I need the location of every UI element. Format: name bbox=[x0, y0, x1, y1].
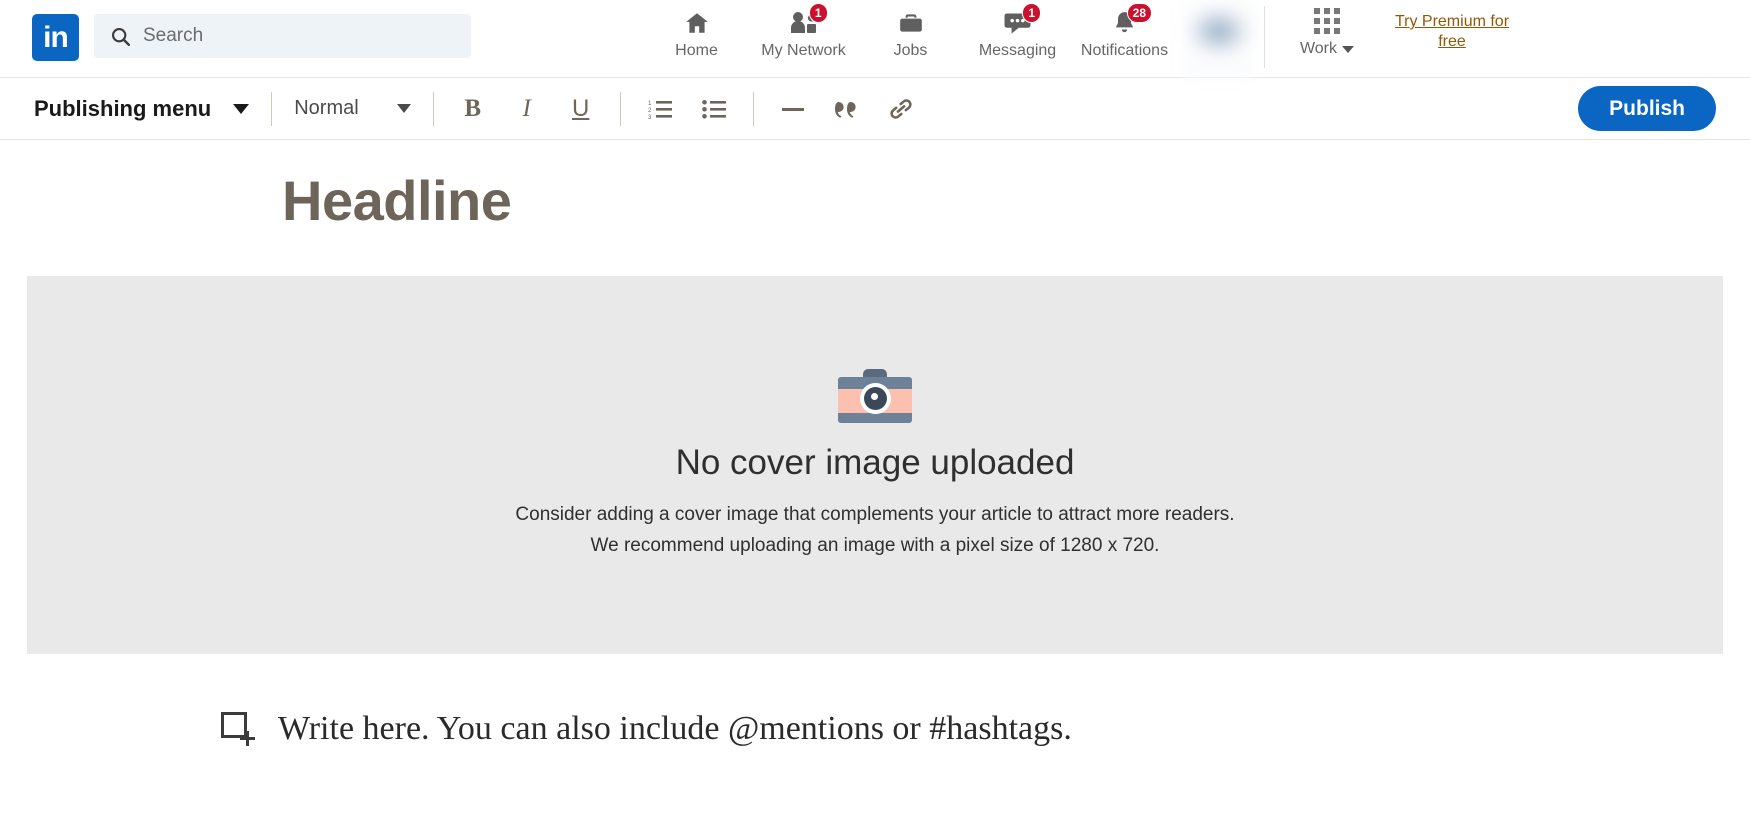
badge-my-network: 1 bbox=[809, 3, 828, 23]
nav-item-my-network[interactable]: 1 My Network bbox=[750, 0, 857, 72]
chevron-down-icon bbox=[397, 104, 411, 113]
linkedin-logo-wrapper[interactable]: in bbox=[0, 0, 79, 61]
chevron-down-icon bbox=[1342, 46, 1354, 53]
italic-button[interactable]: I bbox=[510, 92, 544, 126]
badge-notifications: 28 bbox=[1127, 3, 1152, 23]
bell-icon: 28 bbox=[1111, 8, 1138, 38]
article-body-input[interactable]: Write here. You can also include @mentio… bbox=[278, 710, 1072, 748]
format-group-text: B I U bbox=[456, 92, 598, 126]
nav-item-messaging[interactable]: 1 Messaging bbox=[964, 0, 1071, 72]
nav-items: Home 1 My Network Jobs bbox=[643, 0, 1517, 78]
link-button[interactable] bbox=[884, 92, 918, 126]
toolbar-separator bbox=[753, 92, 754, 126]
briefcase-icon bbox=[897, 8, 925, 38]
headline-input[interactable]: Headline bbox=[0, 140, 1750, 233]
add-block-icon[interactable] bbox=[221, 712, 255, 746]
camera-icon bbox=[838, 369, 912, 423]
cover-empty-line2: We recommend uploading an image with a p… bbox=[591, 530, 1160, 561]
nav-label-notifications: Notifications bbox=[1081, 42, 1168, 60]
grid-icon bbox=[1314, 8, 1340, 34]
horizontal-rule-icon bbox=[780, 98, 806, 120]
search-icon bbox=[110, 26, 131, 47]
article-body-row: Write here. You can also include @mentio… bbox=[0, 654, 1750, 748]
format-group-insert bbox=[776, 92, 918, 126]
work-menu[interactable]: Work bbox=[1277, 0, 1377, 72]
people-icon: 1 bbox=[789, 8, 819, 38]
linkedin-logo-icon[interactable]: in bbox=[32, 14, 79, 61]
nav-item-jobs[interactable]: Jobs bbox=[857, 0, 964, 72]
nav-label-my-network: My Network bbox=[761, 42, 845, 60]
bulleted-list-button[interactable] bbox=[697, 92, 731, 126]
format-group-lists: 1 2 3 bbox=[643, 92, 731, 126]
search-placeholder: Search bbox=[143, 25, 203, 47]
publishing-menu-button[interactable]: Publishing menu bbox=[34, 96, 249, 122]
try-premium-link[interactable]: Try Premium for free bbox=[1387, 12, 1517, 52]
chevron-down-icon bbox=[233, 104, 249, 114]
ordered-list-icon: 1 2 3 bbox=[648, 98, 672, 120]
home-icon bbox=[683, 8, 711, 38]
toolbar-separator bbox=[433, 92, 434, 126]
cover-empty-line1: Consider adding a cover image that compl… bbox=[515, 499, 1234, 530]
svg-text:1: 1 bbox=[648, 101, 652, 107]
quote-icon bbox=[834, 98, 860, 120]
divider-button[interactable] bbox=[776, 92, 810, 126]
nav-label-messaging: Messaging bbox=[979, 42, 1056, 60]
toolbar-separator bbox=[271, 92, 272, 126]
ordered-list-button[interactable]: 1 2 3 bbox=[643, 92, 677, 126]
search-input[interactable]: Search bbox=[94, 14, 471, 58]
cover-image-upload-area[interactable]: No cover image uploaded Consider adding … bbox=[27, 276, 1723, 654]
nav-label-jobs: Jobs bbox=[894, 42, 928, 60]
publishing-menu-label: Publishing menu bbox=[34, 96, 211, 122]
publish-button[interactable]: Publish bbox=[1578, 86, 1716, 131]
text-style-value: Normal bbox=[294, 97, 358, 120]
nav-divider bbox=[1264, 6, 1265, 68]
global-navbar: in Search Home bbox=[0, 0, 1750, 78]
nav-item-notifications[interactable]: 28 Notifications bbox=[1071, 0, 1178, 72]
message-icon: 1 bbox=[1003, 8, 1032, 38]
nav-label-home: Home bbox=[675, 42, 718, 60]
nav-item-home[interactable]: Home bbox=[643, 0, 750, 72]
editor-toolbar: Publishing menu Normal B I U 1 2 3 bbox=[0, 78, 1750, 140]
svg-text:2: 2 bbox=[648, 108, 652, 114]
svg-text:3: 3 bbox=[648, 115, 652, 120]
text-style-select[interactable]: Normal bbox=[294, 97, 410, 120]
badge-messaging: 1 bbox=[1022, 3, 1041, 23]
cover-empty-title: No cover image uploaded bbox=[676, 443, 1075, 483]
blockquote-button[interactable] bbox=[830, 92, 864, 126]
bold-button[interactable]: B bbox=[456, 92, 490, 126]
work-text: Work bbox=[1300, 40, 1337, 58]
link-icon bbox=[888, 97, 914, 121]
profile-avatar[interactable] bbox=[1184, 0, 1254, 78]
underline-button[interactable]: U bbox=[564, 92, 598, 126]
work-label: Work bbox=[1300, 40, 1354, 58]
toolbar-separator bbox=[620, 92, 621, 126]
bulleted-list-icon bbox=[702, 98, 726, 120]
